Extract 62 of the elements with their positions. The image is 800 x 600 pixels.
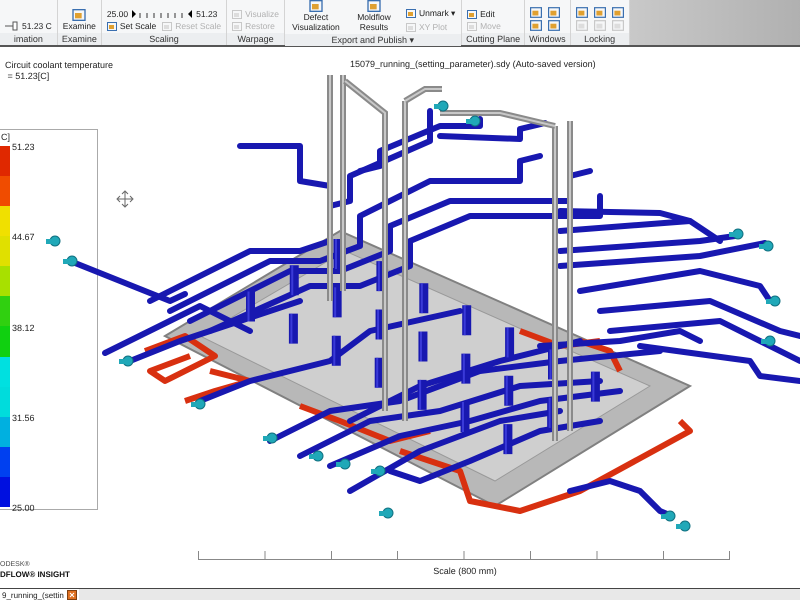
group-label: Export and Publish ▾	[284, 34, 462, 46]
move-cursor-icon	[116, 190, 134, 208]
scale-slider[interactable]	[132, 10, 192, 18]
tool-icon	[406, 8, 416, 18]
model-title: 15079_running_(setting_parameter).sdy (Auto-saved version)	[350, 59, 596, 69]
tool-icon	[71, 9, 88, 21]
panel-icon	[548, 7, 560, 18]
panel-icon	[576, 20, 588, 31]
group-label: Locking	[570, 33, 629, 45]
scale-min: 25.00	[106, 9, 128, 19]
ribbon-button[interactable]: Moldflow Results	[348, 0, 400, 32]
close-icon[interactable]	[66, 590, 77, 600]
tool-icon	[232, 22, 242, 30]
panel-icon	[530, 7, 542, 18]
group-label: Warpage	[227, 33, 284, 45]
tool-icon	[406, 22, 416, 32]
tool-icon	[308, 0, 324, 12]
group-label: Examine	[58, 33, 101, 45]
toolbar-icon[interactable]	[612, 7, 624, 18]
document-tab[interactable]: 9_running_(settin	[0, 589, 79, 600]
group-label: Cutting Plane	[462, 33, 524, 45]
slider-handle-icon[interactable]	[5, 21, 19, 31]
toolbar-icon[interactable]	[594, 7, 606, 18]
legend-value: 25.00	[12, 503, 35, 513]
tool-icon	[467, 22, 478, 30]
tool-icon	[232, 10, 242, 18]
toolbar-icon[interactable]	[576, 7, 588, 18]
tool-icon	[467, 10, 478, 18]
ribbon-button[interactable]: Examine	[62, 9, 96, 31]
ribbon-button[interactable]: Edit	[467, 9, 495, 19]
slider-value: 51.23 C	[22, 21, 52, 31]
legend-unit: C]	[1, 132, 10, 142]
panel-icon	[530, 20, 542, 31]
scale-max: 51.23	[196, 9, 218, 19]
ribbon-button[interactable]: Defect Visualization	[290, 0, 342, 32]
panel-icon	[594, 7, 606, 18]
panel-icon	[612, 20, 624, 31]
ribbon-button[interactable]: Set Scale	[106, 21, 156, 31]
legend-value: 38.12	[12, 322, 35, 332]
panel-icon	[548, 20, 560, 31]
tool-icon	[162, 22, 172, 30]
panel-icon	[576, 7, 588, 18]
ribbon-button[interactable]: Unmark ▾	[406, 8, 456, 18]
legend-value: 51.23	[12, 142, 35, 152]
panel-icon	[612, 7, 624, 18]
toolbar-icon[interactable]	[530, 20, 542, 31]
scale-label: Scale (800 mm)	[433, 566, 497, 576]
result-name: Circuit coolant temperature	[5, 60, 114, 71]
group-label: Scaling	[102, 33, 226, 45]
group-label: imation	[0, 33, 57, 45]
slider-thumb[interactable]	[188, 10, 192, 18]
toolbar-icon[interactable]	[548, 7, 560, 18]
toolbar-icon[interactable]	[548, 20, 560, 31]
result-value: = 51.23[C]	[6, 71, 50, 82]
legend-value: 31.56	[12, 412, 35, 423]
legend-value: 44.67	[12, 232, 35, 242]
group-label: Windows	[525, 33, 570, 45]
tool-icon	[366, 0, 382, 12]
logo-text: DFLOW® INSIGHT	[0, 570, 70, 580]
panel-icon	[594, 20, 606, 31]
toolbar-icon[interactable]	[530, 7, 542, 18]
tool-icon	[106, 22, 117, 30]
